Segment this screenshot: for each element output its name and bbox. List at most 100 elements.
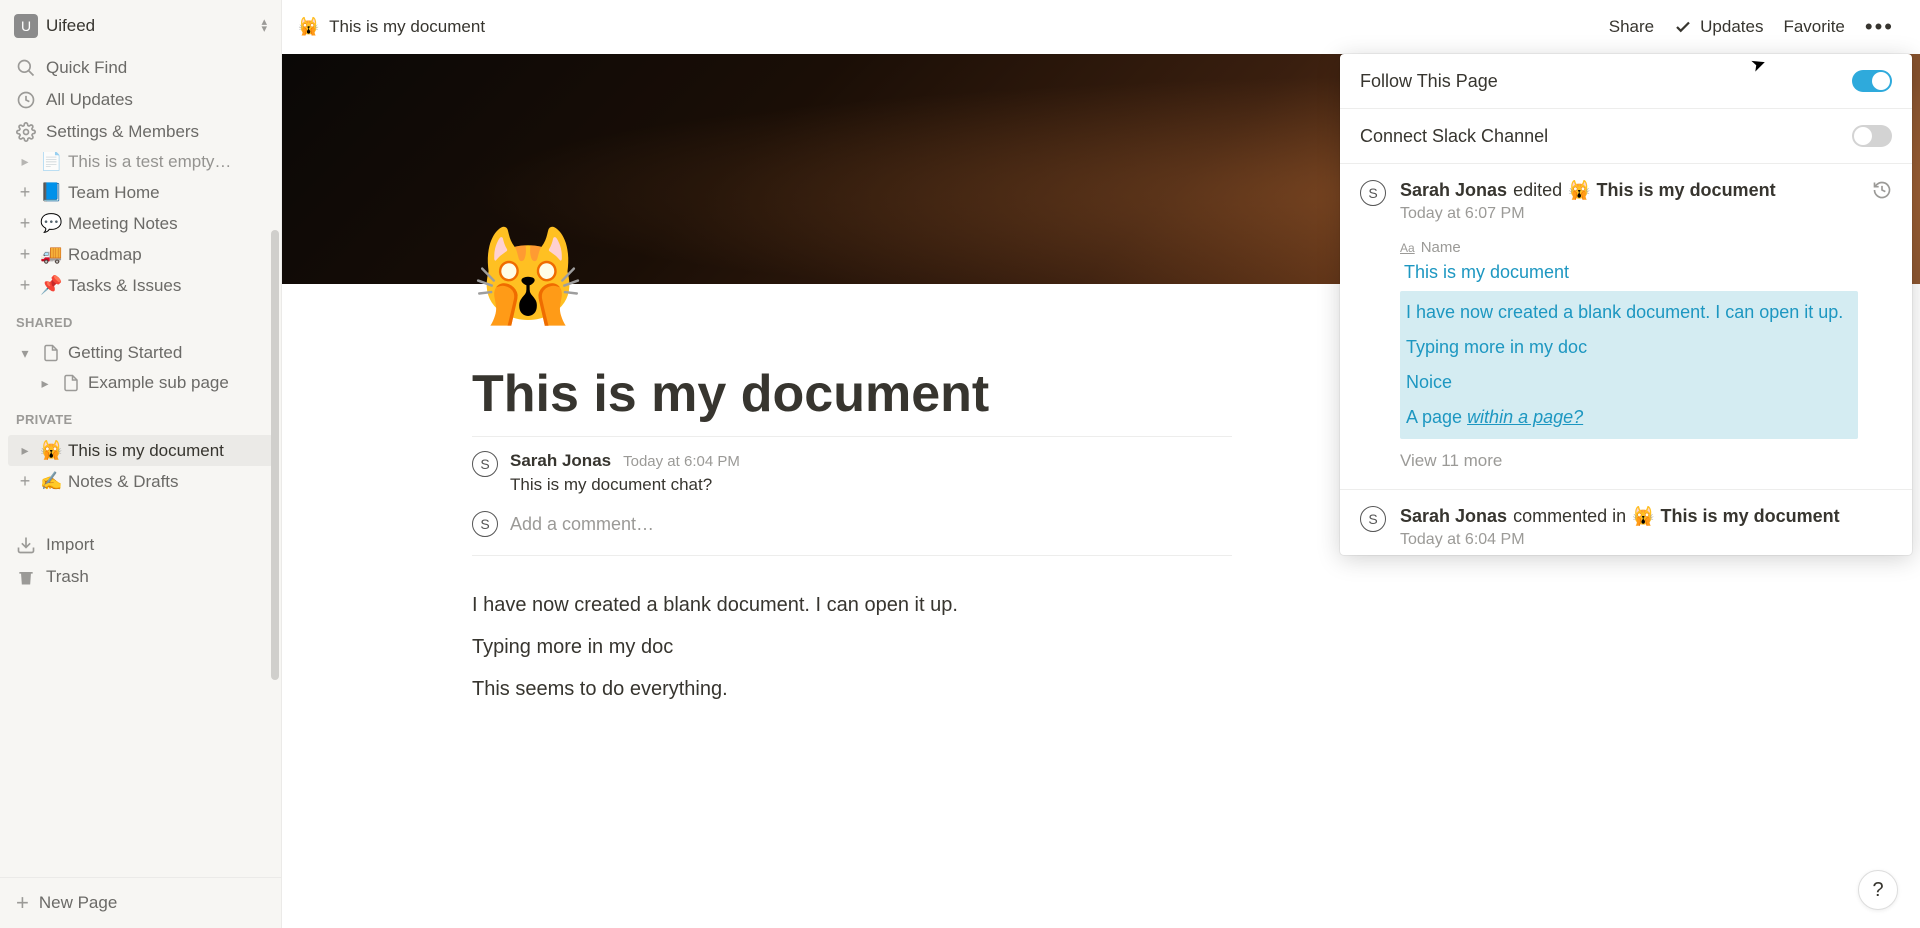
change-line: Typing more in my doc [1400,330,1858,365]
all-updates[interactable]: All Updates [8,84,273,116]
search-icon [16,58,36,78]
plus-icon[interactable]: + [16,473,34,491]
update-time: Today at 6:07 PM [1400,201,1858,223]
settings-members[interactable]: Settings & Members [8,116,273,148]
text-block[interactable]: I have now created a blank document. I c… [472,584,1232,626]
plus-icon[interactable]: + [16,184,34,202]
topbar: 🙀 This is my document Share Updates Favo… [282,0,1920,54]
chevron-right-icon[interactable]: ▸ [16,442,34,460]
page-icon: ✍️ [40,471,62,492]
page-title[interactable]: This is my document [472,284,1232,436]
slack-label: Connect Slack Channel [1360,126,1548,147]
slack-row[interactable]: Connect Slack Channel [1340,109,1912,164]
sidebar-page-current[interactable]: ▸ 🙀 This is my document [8,435,273,466]
chevron-down-icon[interactable]: ▾ [16,344,34,362]
comment-author: Sarah Jonas [510,451,611,471]
page-icon [40,344,62,362]
text-block[interactable]: This seems to do everything. [472,668,1232,710]
avatar: S [1360,180,1386,206]
import-icon [16,535,36,555]
page-label: Meeting Notes [68,214,178,234]
update-user: Sarah Jonas [1400,506,1507,527]
add-comment-placeholder: Add a comment… [510,514,654,535]
sidebar-page-notes-drafts[interactable]: + ✍️ Notes & Drafts [8,466,273,497]
doc-emoji: 🙀 [1632,506,1654,527]
page-label: Team Home [68,183,160,203]
clock-icon [16,90,36,110]
follow-toggle[interactable] [1852,70,1892,92]
sidebar-page-team-home[interactable]: + 📘 Team Home [8,177,273,208]
trash-icon [16,567,36,587]
avatar: S [472,511,498,537]
history-icon[interactable] [1872,180,1892,471]
plus-icon[interactable]: + [16,215,34,233]
help-button[interactable]: ? [1858,870,1898,910]
comment: S Sarah Jonas Today at 6:04 PM This is m… [472,436,1232,501]
add-comment[interactable]: S Add a comment… [472,501,1232,556]
page-icon: 🙀 [40,440,62,461]
sidebar-page-example-sub[interactable]: ▸ Example sub page [8,368,273,398]
plus-icon: + [16,890,29,916]
update-action: commented in [1513,506,1626,527]
update-user: Sarah Jonas [1400,180,1507,201]
gear-icon [16,122,36,142]
sidebar-page[interactable]: ▸ 📄 This is a test empty… [8,152,273,177]
page-label: Getting Started [68,343,182,363]
slack-toggle[interactable] [1852,125,1892,147]
update-doc: This is my document [1597,180,1776,201]
workspace-switcher[interactable]: U Uifeed ▴▾ [0,0,281,48]
change-name-label: Aa Name [1400,223,1858,256]
page-label: This is my document [68,441,224,461]
page-body: 🙀 This is my document S Sarah Jonas Toda… [472,284,1232,710]
more-button[interactable]: ••• [1855,10,1904,44]
import-button[interactable]: Import [8,529,273,561]
chevron-right-icon[interactable]: ▸ [16,153,34,171]
quick-find[interactable]: Quick Find [8,52,273,84]
follow-label: Follow This Page [1360,71,1498,92]
sidebar-page-roadmap[interactable]: + 🚚 Roadmap [8,239,273,270]
update-action: edited [1513,180,1562,201]
content-area: 🙀 This is my document Share Updates Favo… [282,0,1920,928]
sidebar-page-tasks[interactable]: + 📌 Tasks & Issues [8,270,273,301]
share-button[interactable]: Share [1599,13,1664,41]
all-updates-label: All Updates [46,90,133,110]
page-label: Tasks & Issues [68,276,181,296]
scrollbar[interactable] [271,230,279,680]
trash-button[interactable]: Trash [8,561,273,593]
sidebar-page-getting-started[interactable]: ▾ Getting Started [8,338,273,368]
new-page-button[interactable]: + New Page [0,877,281,928]
follow-page-row[interactable]: Follow This Page [1340,54,1912,109]
plus-icon[interactable]: + [16,246,34,264]
sidebar-page-meeting-notes[interactable]: + 💬 Meeting Notes [8,208,273,239]
view-more-link[interactable]: View 11 more [1400,439,1858,471]
settings-label: Settings & Members [46,122,199,142]
updates-label: Updates [1700,17,1763,37]
favorite-button[interactable]: Favorite [1773,13,1854,41]
text-block[interactable]: Typing more in my doc [472,626,1232,668]
change-line: A page within a page? [1400,400,1858,435]
avatar: S [1360,506,1386,532]
page-icon [60,374,82,392]
shared-section-label: SHARED [0,305,281,334]
private-section-label: PRIVATE [0,402,281,431]
change-value: This is my document [1400,256,1858,289]
chevron-right-icon[interactable]: ▸ [36,374,54,392]
new-page-label: New Page [39,893,117,913]
chevron-up-down-icon: ▴▾ [261,19,267,33]
comment-time: Today at 6:04 PM [623,453,740,470]
breadcrumb[interactable]: 🙀 This is my document [298,17,485,37]
page-icon: 📄 [40,152,62,172]
change-block: I have now created a blank document. I c… [1400,291,1858,439]
check-icon [1674,18,1692,36]
comment-text: This is my document chat? [510,471,740,495]
doc-emoji: 🙀 [298,17,319,37]
updates-button[interactable]: Updates [1664,13,1773,41]
change-line: I have now created a blank document. I c… [1400,295,1858,330]
update-entry[interactable]: S Sarah Jonas commented in 🙀 This is my … [1340,490,1912,555]
page-content[interactable]: I have now created a blank document. I c… [472,556,1232,710]
updates-panel: Follow This Page Connect Slack Channel S… [1340,54,1912,555]
import-label: Import [46,535,94,555]
update-entry[interactable]: S Sarah Jonas edited 🙀 This is my docume… [1340,164,1912,490]
page-emoji[interactable]: 🙀 [472,224,584,329]
plus-icon[interactable]: + [16,277,34,295]
